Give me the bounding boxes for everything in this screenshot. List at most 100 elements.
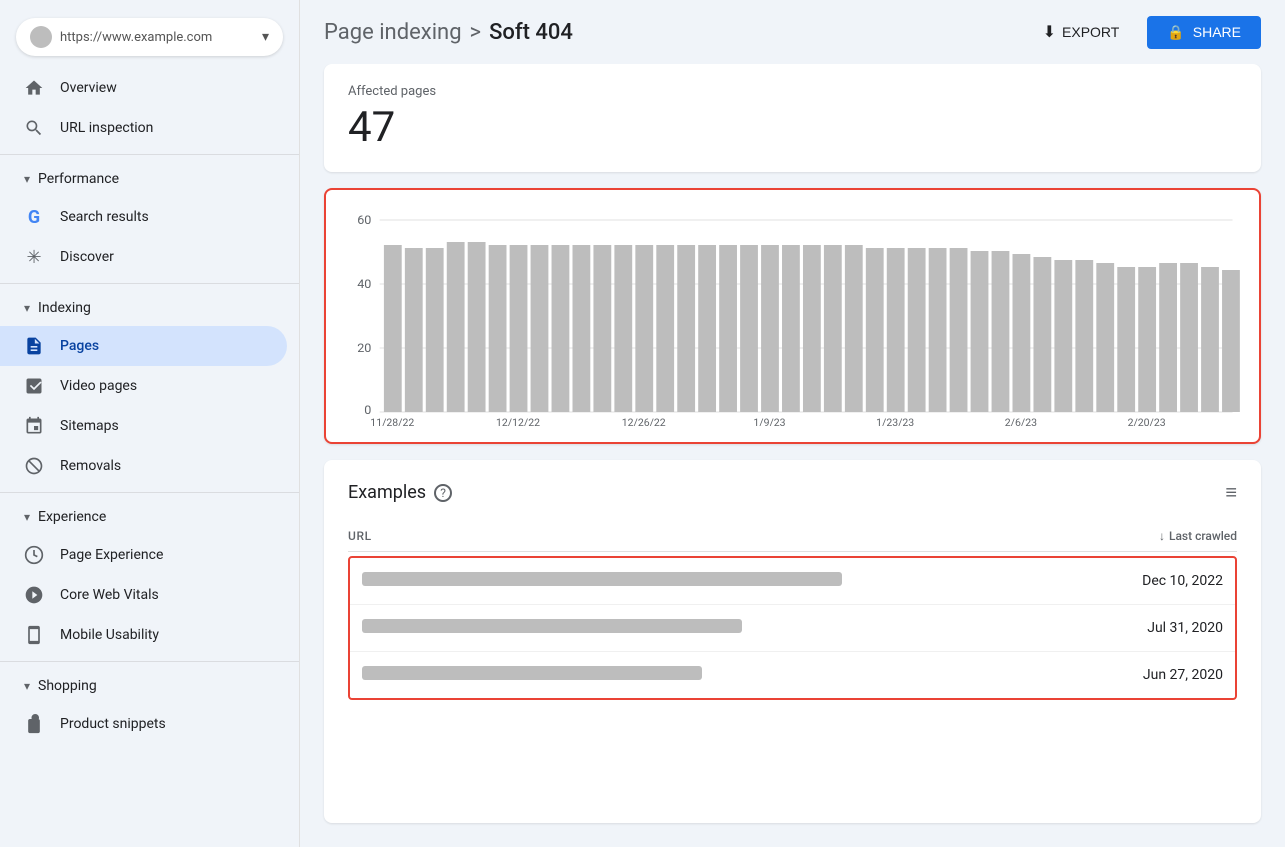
examples-card: Examples ? ≡ URL ↓ Last crawled Dec 10, … [324,460,1261,823]
svg-text:12/12/22: 12/12/22 [496,416,540,426]
video-pages-icon [24,376,44,396]
content-area: Affected pages 47 60 40 20 0 [300,64,1285,847]
nav-divider [0,661,299,662]
breadcrumb: Page indexing > Soft 404 [324,20,1019,45]
nav-divider [0,283,299,284]
collapse-icon: ▾ [24,510,30,524]
affected-pages-card: Affected pages 47 [324,64,1261,172]
export-button[interactable]: ⬇ EXPORT [1027,14,1136,50]
indexing-section-header[interactable]: ▾ Indexing [0,290,299,326]
section-label: Indexing [38,300,91,316]
blurred-url [362,619,742,633]
breadcrumb-separator: > [470,20,482,45]
sidebar-item-label: Pages [60,338,99,354]
help-icon[interactable]: ? [434,484,452,502]
site-selector-area[interactable]: https://www.example.com ▾ [0,10,299,68]
table-row[interactable]: Dec 10, 2022 [350,558,1235,605]
crawled-column-header: ↓ Last crawled [1159,529,1237,543]
sidebar-item-overview[interactable]: Overview [0,68,287,108]
header-actions: ⬇ EXPORT 🔒 SHARE [1027,14,1261,50]
sidebar-item-url-inspection[interactable]: URL inspection [0,108,287,148]
core-web-vitals-icon [24,585,44,605]
bar-chart: 60 40 20 0 [342,206,1243,426]
sidebar-item-label: Removals [60,458,121,474]
section-label: Experience [38,509,106,525]
sidebar-item-label: URL inspection [60,120,153,136]
export-icon: ⬇ [1043,22,1056,42]
svg-text:2/20/23: 2/20/23 [1128,416,1166,426]
sidebar: https://www.example.com ▾ Overview URL i… [0,0,300,847]
product-snippets-icon [24,714,44,734]
sidebar-item-label: Discover [60,249,114,265]
sidebar-item-search-results[interactable]: G Search results [0,197,287,237]
performance-section-header[interactable]: ▾ Performance [0,161,299,197]
sidebar-item-pages[interactable]: Pages [0,326,287,366]
share-button[interactable]: 🔒 SHARE [1147,16,1261,49]
nav-divider [0,492,299,493]
table-row[interactable]: Jul 31, 2020 [350,605,1235,652]
row-url [362,572,1122,590]
row-url [362,666,1123,684]
svg-text:11/28/22: 11/28/22 [370,416,414,426]
sidebar-item-video-pages[interactable]: Video pages [0,366,287,406]
page-experience-icon [24,545,44,565]
sidebar-item-page-experience[interactable]: Page Experience [0,535,287,575]
site-favicon [30,26,52,48]
breadcrumb-parent[interactable]: Page indexing [324,20,462,45]
affected-pages-label: Affected pages [348,84,1237,99]
sidebar-item-removals[interactable]: Removals [0,446,287,486]
table-row[interactable]: Jun 27, 2020 [350,652,1235,698]
page-header: Page indexing > Soft 404 ⬇ EXPORT 🔒 SHAR… [300,0,1285,64]
blurred-url [362,572,842,586]
chart-card: 60 40 20 0 [324,188,1261,444]
sort-icon: ↓ [1159,529,1165,543]
lock-icon: 🔒 [1167,24,1184,41]
svg-text:40: 40 [357,277,371,291]
sidebar-item-label: Mobile Usability [60,627,159,643]
page-title: Soft 404 [489,20,573,45]
site-selector[interactable]: https://www.example.com ▾ [16,18,283,56]
sidebar-item-discover[interactable]: ✳ Discover [0,237,287,277]
shopping-section-header[interactable]: ▾ Shopping [0,668,299,704]
svg-text:1/23/23: 1/23/23 [876,416,914,426]
site-url: https://www.example.com [60,30,254,45]
row-url [362,619,1127,637]
chevron-down-icon: ▾ [262,29,269,45]
collapse-icon: ▾ [24,172,30,186]
blurred-url [362,666,702,680]
sitemaps-icon [24,416,44,436]
row-date: Dec 10, 2022 [1142,573,1223,589]
sidebar-item-product-snippets[interactable]: Product snippets [0,704,287,744]
main-content: Page indexing > Soft 404 ⬇ EXPORT 🔒 SHAR… [300,0,1285,847]
nav-divider [0,154,299,155]
sidebar-item-sitemaps[interactable]: Sitemaps [0,406,287,446]
section-label: Performance [38,171,119,187]
url-column-header: URL [348,529,372,543]
sidebar-item-mobile-usability[interactable]: Mobile Usability [0,615,287,655]
svg-text:1/9/23: 1/9/23 [753,416,785,426]
section-label: Shopping [38,678,97,694]
collapse-icon: ▾ [24,301,30,315]
svg-text:60: 60 [357,213,371,227]
sidebar-item-label: Product snippets [60,716,166,732]
sidebar-item-label: Core Web Vitals [60,587,159,603]
filter-icon[interactable]: ≡ [1225,480,1237,505]
removals-icon [24,456,44,476]
asterisk-icon: ✳ [24,247,44,267]
svg-text:12/26/22: 12/26/22 [622,416,666,426]
table-header: URL ↓ Last crawled [348,521,1237,552]
search-icon [24,118,44,138]
examples-title: Examples [348,482,426,503]
sidebar-item-core-web-vitals[interactable]: Core Web Vitals [0,575,287,615]
svg-text:20: 20 [357,341,371,355]
collapse-icon: ▾ [24,679,30,693]
sidebar-item-label: Sitemaps [60,418,119,434]
row-date: Jul 31, 2020 [1147,620,1223,636]
affected-pages-count: 47 [348,103,1237,152]
examples-title-row: Examples ? [348,482,452,503]
google-icon: G [24,207,44,227]
sidebar-item-label: Search results [60,209,149,225]
mobile-icon [24,625,44,645]
home-icon [24,78,44,98]
experience-section-header[interactable]: ▾ Experience [0,499,299,535]
